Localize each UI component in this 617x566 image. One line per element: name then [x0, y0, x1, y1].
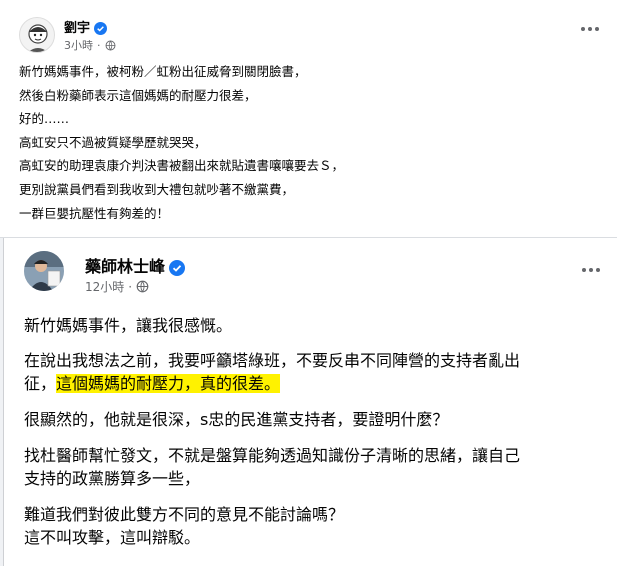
paragraph-5-line-2: 這不叫攻擊，這叫辯駁。 — [24, 528, 201, 547]
post-meta: 3小時 · — [64, 37, 116, 53]
paragraph-2: 在說出我想法之前，我要呼籲塔綠班，不要反串不同陣營的支持者亂出 征，這個媽媽的耐… — [24, 349, 614, 395]
paragraph-4: 找杜醫師幫忙發文，不就是盤算能夠透過知識份子清晰的思緒，讓自己 支持的政黨勝算多… — [24, 444, 614, 490]
post-line: 高虹安的助理袁康介判決書被翻出來就貼遺書嚷嚷要去Ｓ， — [19, 158, 345, 174]
post-body: 新竹媽媽事件，被柯粉／虹粉出征威脅到關閉臉書， 然後白粉藥師表示這個媽媽的耐壓力… — [19, 60, 599, 225]
more-options-button[interactable] — [581, 27, 599, 31]
post-body: 新竹媽媽事件，讓我很感慨。 在說出我想法之前，我要呼籲塔綠班，不要反串不同陣營的… — [24, 314, 614, 549]
avatar-cartoon-icon — [28, 24, 48, 52]
paragraph-3: 很顯然的，他就是很深，s忠的民進黨支持者，要證明什麼？ — [24, 410, 449, 429]
post-line: 然後白粉藥師表示這個媽媽的耐壓力很差， — [19, 87, 257, 103]
public-globe-icon[interactable] — [136, 280, 149, 293]
verified-badge-icon — [94, 22, 108, 35]
avatar[interactable] — [19, 17, 55, 53]
post-line: 高虹安只不過被質疑學歷就哭哭， — [19, 134, 207, 150]
post-card-1: 劉宇 3小時 · 新竹媽媽事件，被柯粉／虹粉出征威脅到關閉臉書， 然後白粉藥師表… — [0, 0, 617, 238]
post-time[interactable]: 3小時 — [64, 37, 93, 53]
paragraph-2-line-1: 在說出我想法之前，我要呼籲塔綠班，不要反串不同陣營的支持者亂出 — [24, 351, 521, 370]
paragraph-2-line-2: 征， — [24, 374, 57, 393]
post-line: 更別說黨員們看到我收到大禮包就吵著不繳黨費， — [19, 181, 295, 197]
paragraph-4-line-1: 找杜醫師幫忙發文，不就是盤算能夠透過知識份子清晰的思緒，讓自己 — [24, 446, 521, 465]
post-line: 好的…… — [19, 111, 70, 127]
post-line: 新竹媽媽事件，被柯粉／虹粉出征威脅到關閉臉書， — [19, 64, 307, 79]
post-meta: 12小時 · — [85, 278, 149, 295]
reactions-bar-cropped[interactable] — [24, 558, 617, 566]
shared-post-card: 藥師林士峰 12小時 · 新竹媽媽事件，讓我很感慨。 在說出我想法之前，我要呼籲… — [3, 238, 617, 566]
paragraph-4-line-2: 支持的政黨勝算多一些， — [24, 469, 201, 488]
author-name[interactable]: 藥師林士峰 — [85, 253, 186, 277]
meta-separator: · — [97, 38, 101, 52]
avatar-photo-icon — [24, 251, 64, 291]
author-name-text[interactable]: 藥師林士峰 — [85, 257, 165, 276]
avatar[interactable] — [24, 251, 64, 291]
author-name[interactable]: 劉宇 — [64, 17, 108, 36]
public-globe-icon[interactable] — [105, 40, 116, 51]
paragraph-5: 難道我們對彼此雙方不同的意見不能討論嗎？ 這不叫攻擊，這叫辯駁。 — [24, 503, 614, 549]
author-name-text[interactable]: 劉宇 — [64, 21, 90, 36]
more-options-button[interactable] — [582, 268, 600, 272]
post-line: 一群巨嬰抗壓性有夠差的！ — [19, 205, 170, 221]
post-time[interactable]: 12小時 — [85, 278, 124, 295]
paragraph-1: 新竹媽媽事件，讓我很感慨。 — [24, 316, 233, 335]
meta-separator: · — [128, 279, 133, 294]
verified-badge-icon — [169, 259, 186, 276]
highlighted-quote: 這個媽媽的耐壓力，真的很差。 — [56, 374, 281, 393]
paragraph-5-line-1: 難道我們對彼此雙方不同的意見不能討論嗎？ — [24, 505, 345, 524]
